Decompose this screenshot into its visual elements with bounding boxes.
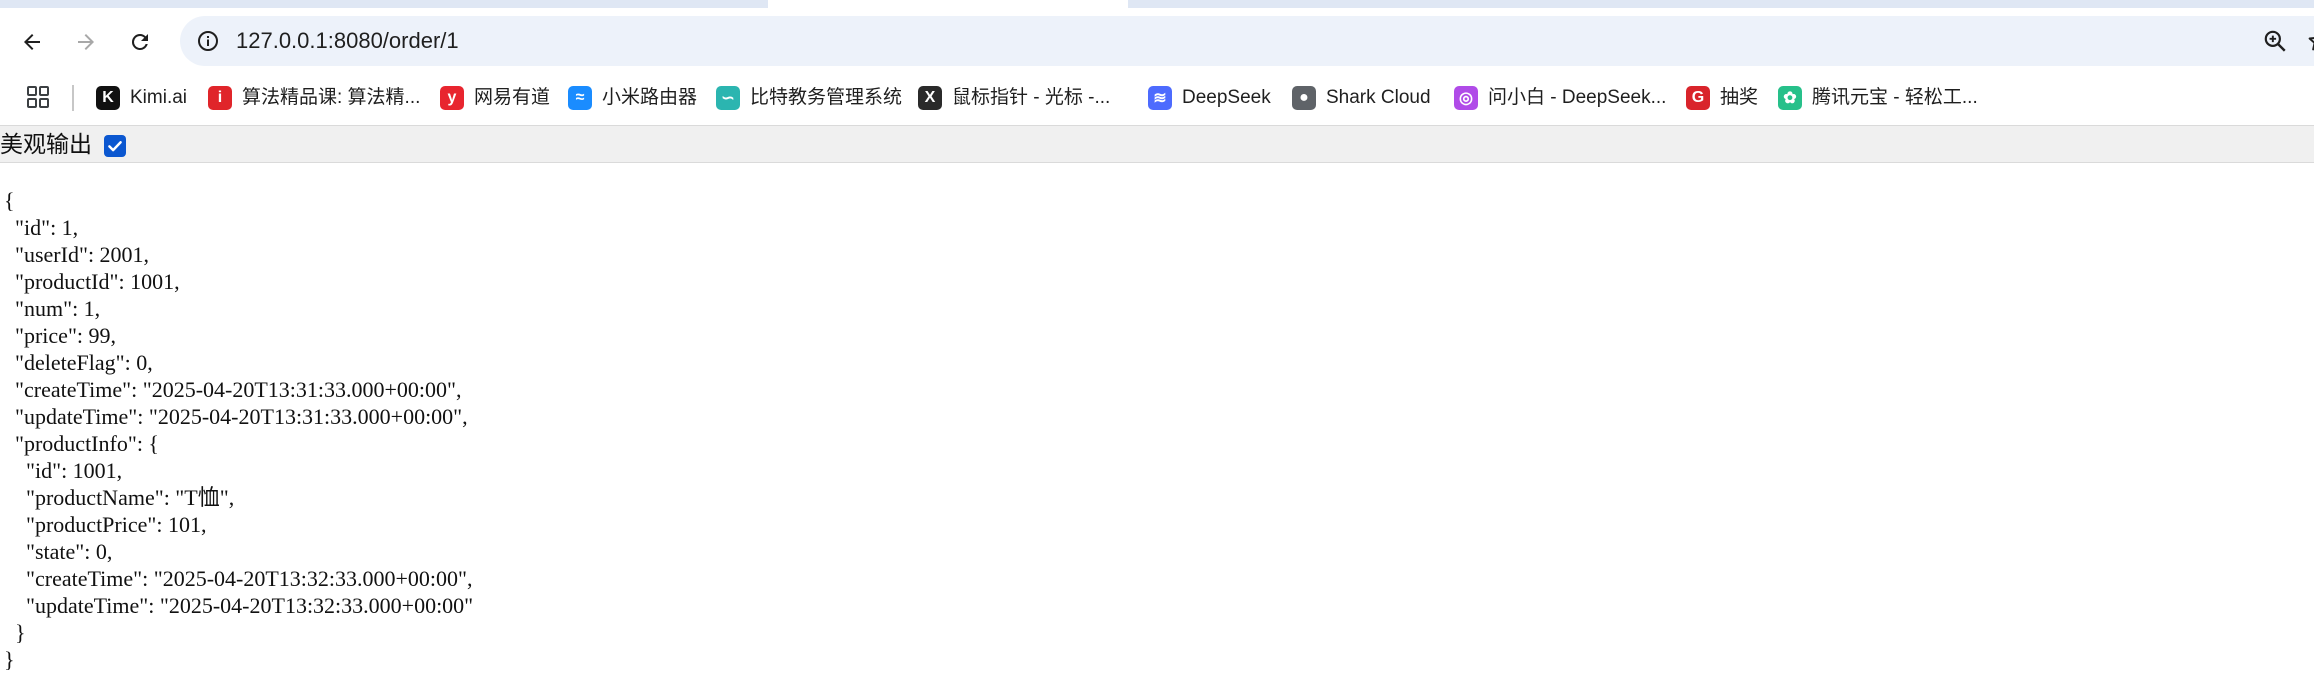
bit-favicon-icon: ∽ [716,86,740,110]
wifi-favicon-icon: ≈ [568,86,592,110]
bookmark-label: 问小白 - DeepSeek... [1488,87,1667,108]
bookmark-label: 抽奖 [1720,87,1759,108]
reload-icon [131,33,148,50]
bookmark-label: 网易有道 [474,87,551,108]
back-button[interactable] [12,22,52,62]
bookmark-label: Kimi.ai [130,87,188,108]
json-response-body: { "id": 1, "userId": 2001, "productId": … [4,188,474,672]
bookmark-lottery[interactable]: G 抽奖 [1686,81,1758,115]
pretty-print-bar: 美观输出 [0,125,2314,163]
reload-button[interactable] [120,22,160,62]
bookmark-label: 腾讯元宝 - 轻松工... [1812,87,1978,108]
active-tab[interactable] [768,0,1128,8]
address-bar[interactable]: 127.0.0.1:8080/order/1 [180,16,2314,66]
bookmark-label: 鼠标指针 - 光标 -... [952,87,1111,108]
bookmark-tencent-yuanbao[interactable]: ✿ 腾讯元宝 - 轻松工... [1778,81,1978,115]
cursor-favicon-icon: X [918,86,942,110]
bookmark-shark-cloud[interactable]: ● Shark Cloud [1292,81,1431,115]
bookmark-label: 比特教务管理系统 [750,87,903,108]
bookmark-bit-academic-system[interactable]: ∽ 比特教务管理系统 [716,81,902,115]
bookmark-kimi[interactable]: K Kimi.ai [96,81,187,115]
bookmark-label: 算法精品课: 算法精... [242,87,421,108]
deepseek-whale-icon: ≋ [1148,86,1172,110]
bookmark-label: Shark Cloud [1326,87,1431,108]
bookmark-xiaomi-router[interactable]: ≈ 小米路由器 [568,81,697,115]
bookmarks-bar: K Kimi.ai i 算法精品课: 算法精... y 网易有道 ≈ 小米路由器… [0,73,2314,125]
bookmarks-separator [72,85,74,111]
checkmark-icon [108,141,122,152]
pretty-print-checkbox[interactable] [104,135,126,157]
bookmark-youdao[interactable]: y 网易有道 [440,81,550,115]
bookmark-label: DeepSeek [1182,87,1271,108]
url-text[interactable]: 127.0.0.1:8080/order/1 [236,28,459,54]
algorithm-course-favicon-icon: i [208,86,232,110]
tab-strip [0,0,2314,8]
bookmark-label: 小米路由器 [602,87,698,108]
lottery-favicon-icon: G [1686,86,1710,110]
wenxiaobai-favicon-icon: ◎ [1454,86,1478,110]
bookmark-deepseek[interactable]: ≋ DeepSeek [1148,81,1271,115]
magnifier-plus-glyph [2264,30,2286,52]
forward-button[interactable] [66,22,106,62]
zoom-icon[interactable] [2260,26,2290,56]
arrow-left-icon [24,34,40,50]
bookmark-algorithm-course[interactable]: i 算法精品课: 算法精... [208,81,420,115]
info-icon [198,31,218,51]
globe-icon: ● [1292,86,1316,110]
pretty-print-label: 美观输出 [0,132,92,158]
bookmark-mouse-cursor[interactable]: X 鼠标指针 - 光标 -... [918,81,1110,115]
kimi-favicon-icon: K [96,86,120,110]
apps-grid-icon[interactable] [26,85,50,109]
star-icon[interactable] [2304,26,2314,56]
yuanbao-favicon-icon: ✿ [1778,86,1802,110]
site-info-button[interactable] [192,25,224,57]
bookmark-wenxiaobai[interactable]: ◎ 问小白 - DeepSeek... [1454,81,1666,115]
arrow-right-icon [78,34,94,50]
star-outline-glyph [2308,37,2314,51]
youdao-favicon-icon: y [440,86,464,110]
browser-toolbar: 127.0.0.1:8080/order/1 [0,8,2314,73]
page-content: 美观输出 { "id": 1, "userId": 2001, "product… [0,125,2314,677]
